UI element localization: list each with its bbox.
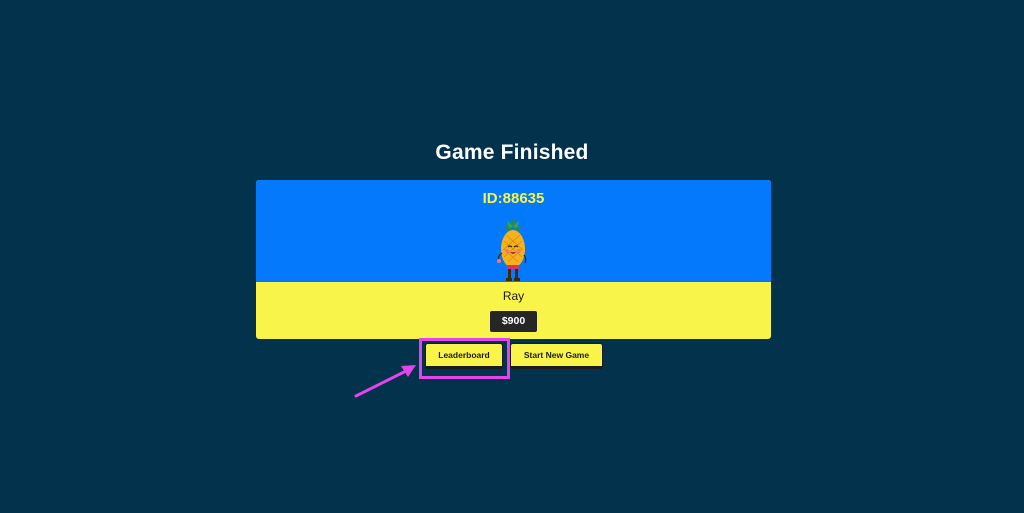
result-card: ID:88635 Ray $900	[256, 180, 771, 339]
leaderboard-button[interactable]: Leaderboard	[425, 343, 503, 369]
player-name: Ray	[502, 289, 525, 303]
start-new-game-button[interactable]: Start New Game	[510, 343, 603, 369]
game-id: ID:88635	[482, 190, 545, 207]
score-badge: $900	[490, 311, 537, 332]
pointer-arrow-icon	[354, 365, 416, 398]
pineapple-avatar-icon	[497, 217, 527, 281]
page-title: Game Finished	[435, 141, 589, 164]
game-finished-screen: Game Finished ID:88635 Ray $900 Leaderbo…	[0, 0, 1024, 513]
result-card-header: ID:88635	[256, 180, 771, 282]
